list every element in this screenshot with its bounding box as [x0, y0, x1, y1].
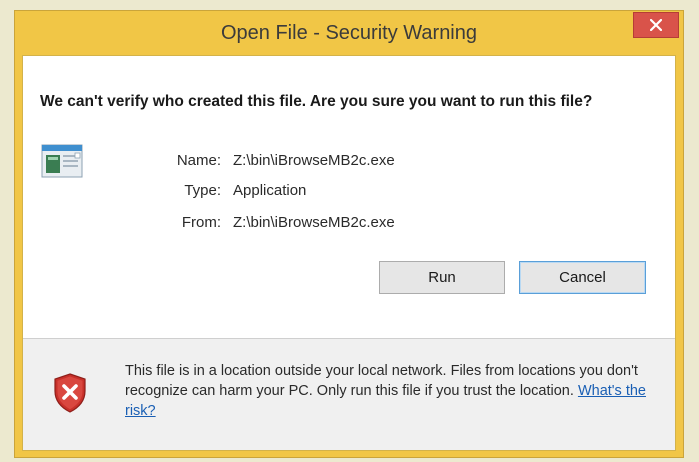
warning-text: This file is in a location outside your …	[125, 363, 638, 399]
name-label: Name:	[176, 152, 221, 169]
warning-panel: This file is in a location outside your …	[23, 339, 675, 450]
from-value: Z:\bin\iBrowseMB2c.exe	[233, 214, 395, 231]
run-button[interactable]: Run	[379, 261, 505, 294]
shield-warning-icon	[54, 373, 86, 413]
name-value: Z:\bin\iBrowseMB2c.exe	[233, 152, 395, 169]
close-icon	[650, 19, 662, 31]
cancel-button[interactable]: Cancel	[519, 261, 646, 294]
main-panel: We can't verify who created this file. A…	[23, 56, 675, 338]
from-label: From:	[181, 214, 221, 231]
title-bar[interactable]: Open File - Security Warning	[15, 11, 683, 55]
dialog-client-area: We can't verify who created this file. A…	[22, 55, 676, 451]
window-title: Open File - Security Warning	[220, 22, 477, 44]
security-question: We can't verify who created this file. A…	[40, 93, 593, 110]
type-label: Type:	[184, 182, 221, 199]
close-button[interactable]	[633, 12, 679, 38]
type-value: Application	[233, 182, 307, 199]
security-warning-dialog: Open File - Security Warning We can't ve…	[14, 10, 684, 458]
warning-message: This file is in a location outside your …	[125, 361, 665, 421]
